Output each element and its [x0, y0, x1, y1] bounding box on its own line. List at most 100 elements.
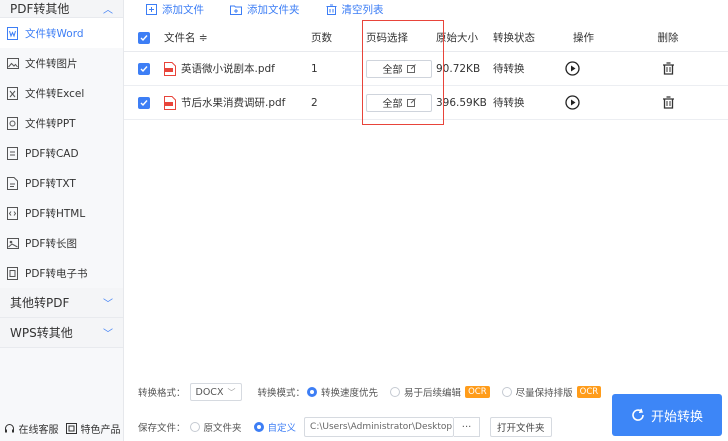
sidebar-item-cad[interactable]: PDF转CAD: [0, 138, 123, 168]
edit-icon: [406, 64, 416, 73]
save-original-label: 原文件夹: [203, 423, 242, 434]
table-row: 英语微小说剧本.pdf 1 全部 90.72KB 待转换: [124, 52, 728, 86]
sidebar-item-html[interactable]: PDF转HTML: [0, 198, 123, 228]
image-icon: [6, 56, 19, 70]
refresh-icon: [632, 408, 644, 421]
check-icon: [140, 99, 148, 106]
sidebar-item-label: 文件转Excel: [25, 87, 85, 100]
txt-icon: [6, 176, 19, 190]
mode-option-speed[interactable]: 转换速度优先: [307, 385, 378, 399]
online-service-link[interactable]: 在线客服: [4, 421, 59, 436]
sidebar-item-label: 文件转PPT: [25, 117, 76, 130]
mode-option-edit[interactable]: 易于后续编辑 OCR: [390, 385, 490, 399]
row-checkbox[interactable]: [138, 96, 150, 109]
format-row: 转换格式： DOCX ﹀ 转换模式： 转换速度优先 易于后续编辑 OCR 尽量保…: [138, 383, 602, 401]
section-label: 其他转PDF: [10, 296, 70, 310]
add-file-button[interactable]: 添加文件: [146, 2, 204, 17]
radio-checked: [253, 422, 264, 432]
clear-list-button[interactable]: 清空列表: [326, 2, 384, 17]
add-file-label: 添加文件: [162, 3, 204, 16]
page-range-label: 全部: [382, 65, 403, 76]
col-header-op: 操作: [573, 32, 594, 44]
sidebar-item-label: PDF转HTML: [25, 207, 86, 220]
html-icon: [6, 206, 19, 220]
sidebar-item-image[interactable]: 文件转图片: [0, 48, 123, 78]
file-name: 英语微小说剧本.pdf: [181, 63, 275, 75]
clear-list-label: 清空列表: [341, 3, 384, 16]
ebook-icon: [6, 266, 19, 280]
edit-icon: [406, 98, 416, 107]
section-label: PDF转其他: [10, 2, 70, 16]
long-image-icon: [6, 236, 19, 250]
browse-button[interactable]: ···: [454, 417, 481, 437]
sidebar-item-ebook[interactable]: PDF转电子书: [0, 258, 123, 288]
add-folder-label: 添加文件夹: [247, 3, 300, 16]
radio: [501, 387, 512, 397]
mode-speed-label: 转换速度优先: [321, 388, 379, 399]
mode-label: 转换模式：: [257, 388, 306, 399]
open-folder-button[interactable]: 打开文件夹: [490, 417, 552, 437]
save-option-original[interactable]: 原文件夹: [189, 420, 242, 434]
sidebar-item-long-image[interactable]: PDF转长图: [0, 228, 123, 258]
word-icon: [6, 26, 19, 40]
format-select[interactable]: DOCX ﹀: [189, 383, 242, 401]
trash-icon[interactable]: [662, 62, 675, 75]
featured-products-link[interactable]: 特色产品: [65, 421, 121, 436]
chevron-down-icon: ﹀: [103, 329, 113, 340]
check-icon: [140, 34, 148, 41]
page-range-button[interactable]: 全部: [366, 93, 432, 112]
file-size: 396.59KB: [436, 96, 487, 109]
sidebar-item-label: PDF转长图: [25, 237, 77, 250]
online-service-label: 在线客服: [18, 424, 59, 436]
sidebar-item-word[interactable]: 文件转Word: [0, 18, 123, 48]
chevron-down-icon: ﹀: [227, 387, 236, 397]
clear-list-icon: [326, 4, 336, 15]
col-header-del: 删除: [657, 32, 679, 44]
col-header-name[interactable]: 文件名 ≑: [164, 30, 311, 45]
section-label: WPS转其他: [10, 326, 73, 340]
page-range-button[interactable]: 全部: [366, 59, 432, 78]
section-other-to-pdf[interactable]: 其他转PDF ﹀: [0, 288, 123, 318]
row-checkbox[interactable]: [138, 62, 150, 75]
convert-status: 待转换: [493, 97, 525, 109]
section-pdf-to-other[interactable]: PDF转其他 ︿: [0, 0, 123, 18]
ppt-icon: [6, 116, 19, 130]
file-size: 90.72KB: [436, 62, 481, 75]
sidebar-item-ppt[interactable]: 文件转PPT: [0, 108, 123, 138]
add-folder-button[interactable]: 添加文件夹: [230, 2, 300, 17]
trash-icon[interactable]: [662, 96, 675, 109]
file-table: 文件名 ≑ 页数 页码选择 原始大小 转换状态 操作 删除 英语微小说剧本.pd…: [124, 24, 728, 120]
select-all-checkbox[interactable]: [138, 31, 150, 44]
mode-option-layout[interactable]: 尽量保持排版 OCR: [501, 385, 602, 399]
pdf-file-icon: [164, 95, 176, 110]
start-convert-button[interactable]: 开始转换: [612, 394, 722, 436]
sidebar-item-excel[interactable]: 文件转Excel: [0, 78, 123, 108]
radio: [189, 422, 200, 432]
table-row: 节后水果消费调研.pdf 2 全部 396.59KB 待转换: [124, 86, 728, 120]
pdf-file-icon: [164, 61, 176, 76]
play-icon[interactable]: [565, 95, 580, 110]
radio-checked: [307, 387, 318, 397]
headset-icon: [4, 423, 14, 432]
mode-layout-label: 尽量保持排版: [515, 388, 573, 399]
convert-status: 待转换: [493, 63, 525, 75]
featured-products-label: 特色产品: [80, 424, 121, 436]
save-path-input[interactable]: C:\Users\Administrator\Desktop: [304, 417, 455, 437]
file-name: 节后水果消费调研.pdf: [181, 97, 286, 109]
section-wps-to-other[interactable]: WPS转其他 ﹀: [0, 318, 123, 348]
play-icon[interactable]: [565, 61, 580, 76]
save-option-custom[interactable]: 自定义: [253, 420, 296, 434]
col-header-size: 原始大小: [436, 32, 478, 44]
sidebar: PDF转其他 ︿ 文件转Word 文件转图片 文件转Excel 文件转PPT P…: [0, 0, 124, 441]
radio: [390, 387, 401, 397]
chevron-down-icon: ﹀: [103, 299, 113, 310]
ocr-badge: OCR: [465, 386, 490, 398]
sidebar-item-label: 文件转图片: [25, 57, 78, 70]
cad-icon: [6, 146, 19, 160]
excel-icon: [6, 86, 19, 100]
sidebar-item-txt[interactable]: PDF转TXT: [0, 168, 123, 198]
sidebar-footer: 在线客服 特色产品: [0, 415, 124, 441]
page-count: 1: [311, 62, 318, 75]
start-convert-label: 开始转换: [650, 409, 703, 425]
add-folder-icon: [230, 5, 242, 15]
